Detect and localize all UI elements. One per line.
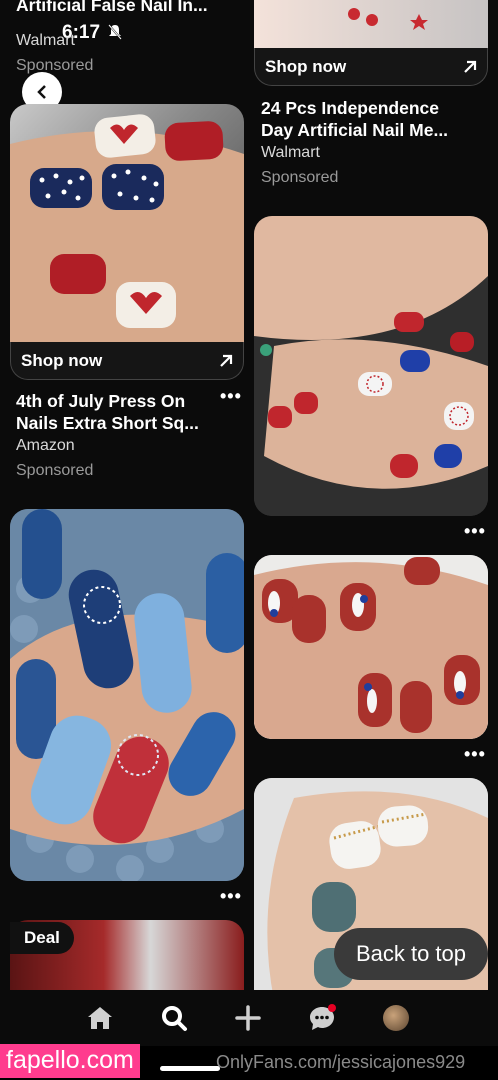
arrow-up-right-icon <box>220 354 233 367</box>
pin-title-line2[interactable]: Day Artificial Nail Me... <box>261 119 448 141</box>
pin-image[interactable] <box>254 0 488 48</box>
nail-photo <box>348 8 428 30</box>
shop-now-label: Shop now <box>21 350 103 370</box>
search-tab[interactable] <box>154 998 194 1038</box>
pin-source: Walmart <box>16 32 75 49</box>
nail-photo <box>254 216 488 516</box>
messages-tab[interactable] <box>302 998 342 1038</box>
sponsored-label: Sponsored <box>16 462 94 479</box>
profile-tab[interactable] <box>376 998 416 1038</box>
pin-image[interactable] <box>10 509 244 881</box>
pin-image[interactable] <box>10 104 244 342</box>
nail-photo <box>254 555 488 739</box>
chevron-left-icon <box>37 85 46 99</box>
home-indicator <box>160 1066 220 1071</box>
watermark-right: OnlyFans.com/jessicajones929 <box>216 1052 466 1072</box>
create-tab[interactable] <box>228 998 268 1038</box>
deal-badge: Deal <box>10 922 74 954</box>
pin-source: Amazon <box>16 437 75 454</box>
home-tab[interactable] <box>80 998 120 1038</box>
pin-image[interactable] <box>254 555 488 739</box>
home-icon <box>88 1007 112 1029</box>
more-options-button[interactable]: ••• <box>220 886 242 907</box>
silent-bell-icon <box>108 24 122 40</box>
more-options-button[interactable]: ••• <box>220 386 242 407</box>
nail-photo <box>10 114 244 342</box>
add-icon <box>235 1005 261 1031</box>
avatar <box>383 1005 409 1031</box>
pin-title[interactable]: Artificial False Nail In... <box>16 0 208 16</box>
pin-source: Walmart <box>261 144 320 161</box>
pin-title-line1[interactable]: 4th of July Press On <box>16 390 185 412</box>
search-icon <box>162 1006 187 1031</box>
shop-now-label: Shop now <box>265 56 347 76</box>
pin-image[interactable] <box>254 216 488 516</box>
more-options-button[interactable]: ••• <box>464 521 486 542</box>
pin-title-line1[interactable]: 24 Pcs Independence <box>261 97 439 119</box>
bottom-navigation <box>0 990 498 1046</box>
nail-photo <box>10 509 244 881</box>
sponsored-label: Sponsored <box>261 169 339 186</box>
back-to-top-button[interactable]: Back to top <box>334 928 488 980</box>
shop-now-button[interactable]: Shop now <box>10 342 244 380</box>
notification-dot <box>328 1004 336 1012</box>
sponsored-label: Sponsored <box>16 57 94 74</box>
pin-title-line2[interactable]: Nails Extra Short Sq... <box>16 412 199 434</box>
more-options-button[interactable]: ••• <box>464 744 486 765</box>
shop-now-button[interactable]: Shop now <box>254 48 488 86</box>
arrow-up-right-icon <box>464 60 477 73</box>
watermark-left: fapello.com <box>0 1044 140 1078</box>
